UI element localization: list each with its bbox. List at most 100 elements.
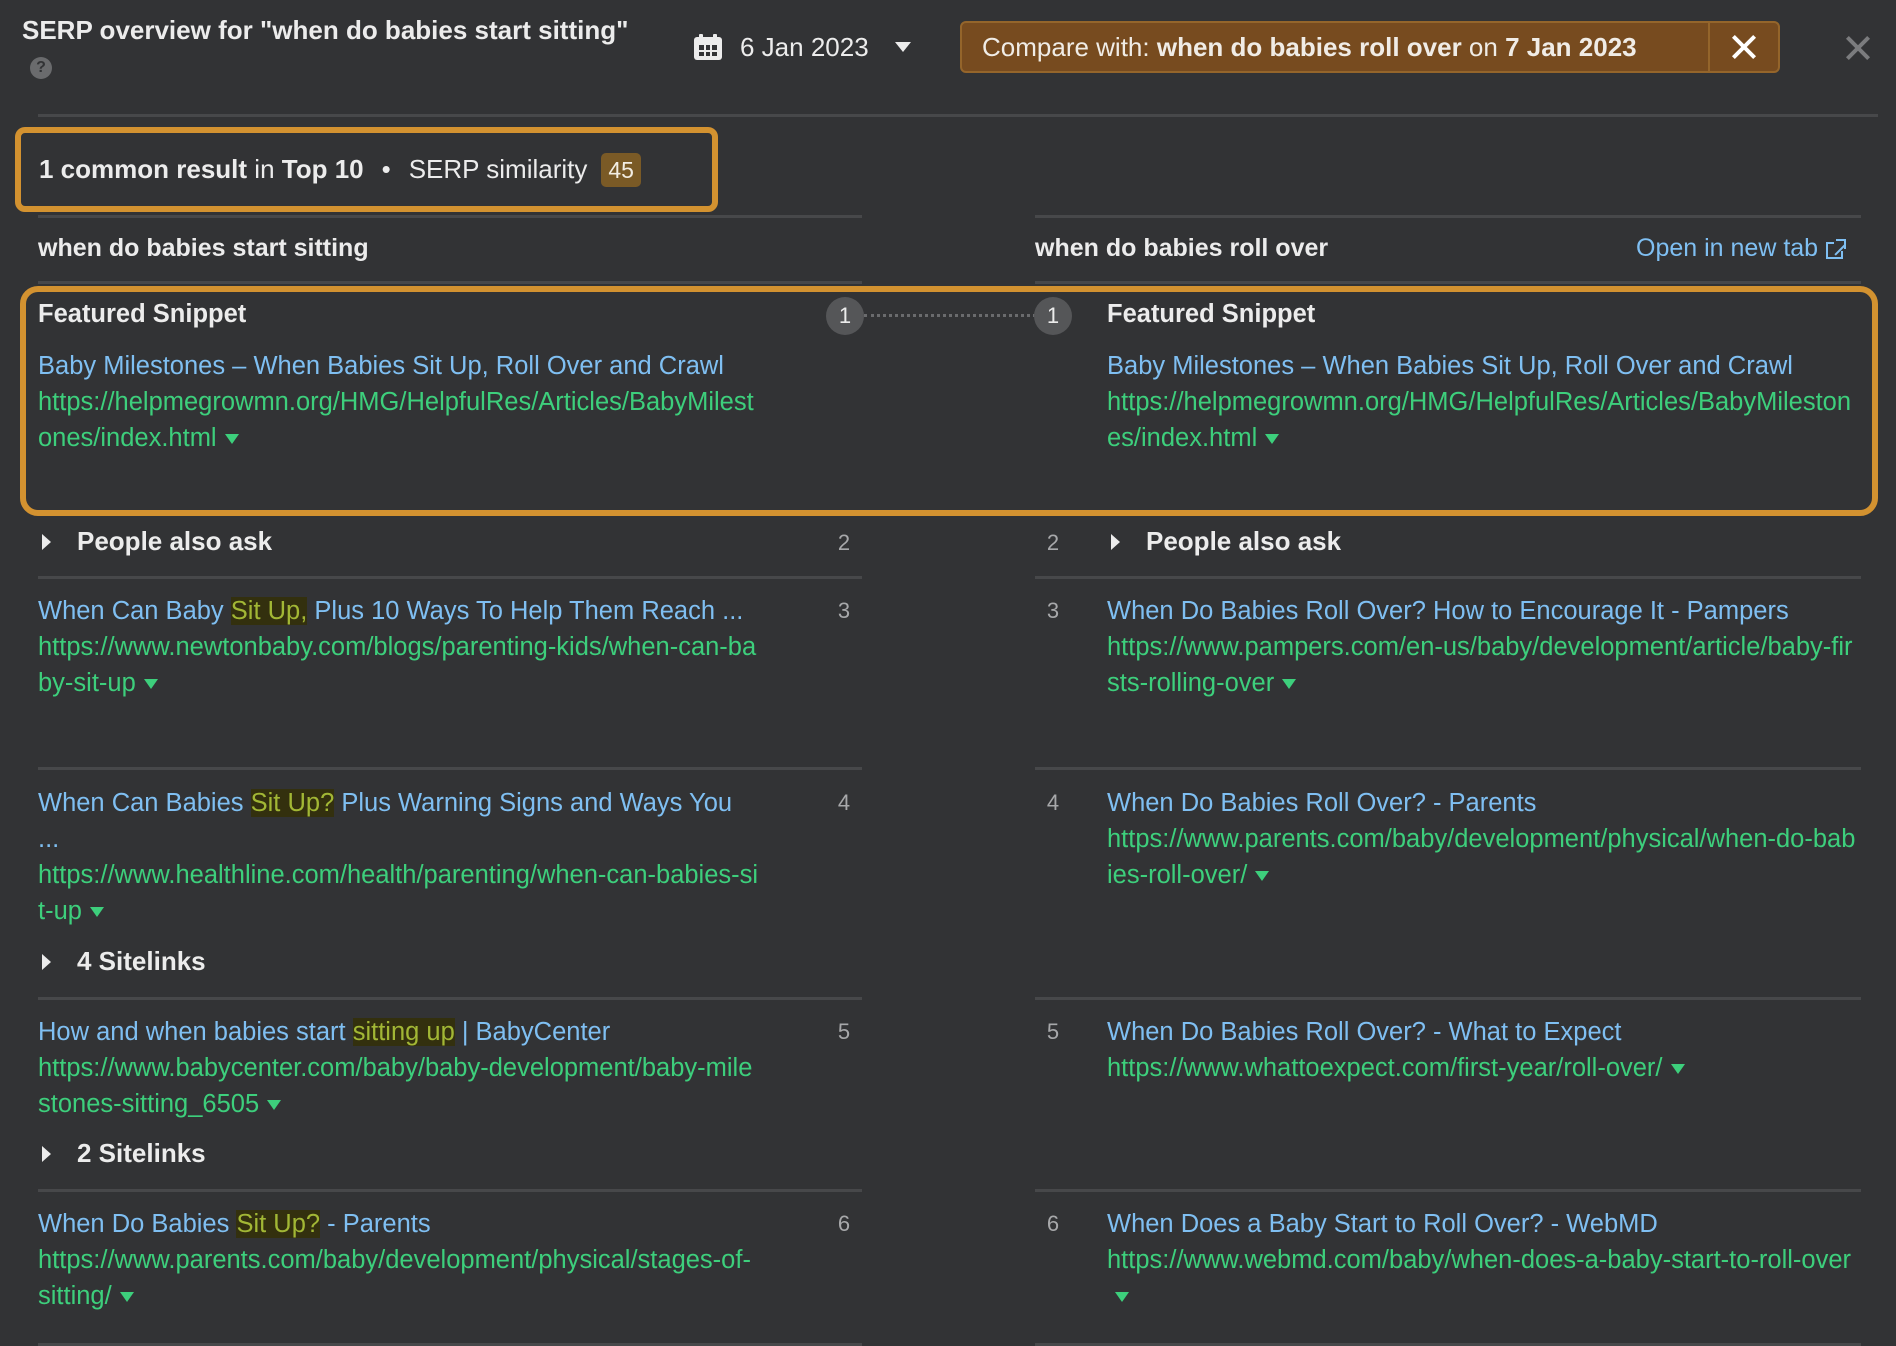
result-item: When Does a Baby Start to Roll Over? - W… (1107, 1206, 1867, 1314)
divider (1035, 767, 1861, 770)
date-picker[interactable]: 6 Jan 2023 (694, 28, 911, 66)
people-also-ask-label: People also ask (77, 526, 273, 556)
result-title-link[interactable]: When Do Babies Sit Up? - Parents (38, 1210, 431, 1238)
rank-number: 5 (1046, 1019, 1060, 1044)
right-keyword-header: when do babies roll over (1035, 234, 1329, 262)
result-url-link[interactable]: https://www.parents.com/baby/development… (1107, 825, 1855, 889)
rank-number: 3 (837, 598, 851, 623)
left-keyword-header: when do babies start sitting (38, 234, 369, 262)
result-url-link[interactable]: https://helpmegrowmn.org/HMG/HelpfulRes/… (38, 388, 754, 452)
open-in-new-tab-link[interactable]: Open in new tab (1636, 234, 1847, 263)
divider (1035, 997, 1861, 1000)
result-url-link[interactable]: https://helpmegrowmn.org/HMG/HelpfulRes/… (1107, 388, 1851, 452)
separator-dot: • (381, 154, 391, 184)
result-title-link[interactable]: Baby Milestones – When Babies Sit Up, Ro… (38, 352, 724, 380)
result-url-link[interactable]: https://www.webmd.com/baby/when-does-a-b… (1107, 1246, 1851, 1274)
result-url-link[interactable]: https://www.whattoexpect.com/first-year/… (1107, 1054, 1663, 1082)
featured-snippet-right: Featured Snippet Baby Milestones – When … (1107, 296, 1867, 456)
result-item: When Can Babies Sit Up? Plus Warning Sig… (38, 785, 798, 929)
divider (38, 997, 862, 1000)
similarity-badge: 45 (601, 152, 641, 187)
close-icon (1846, 36, 1870, 60)
result-item: When Do Babies Roll Over? How to Encoura… (1107, 593, 1867, 701)
result-title-link[interactable]: Baby Milestones – When Babies Sit Up, Ro… (1107, 352, 1793, 380)
remove-compare-button[interactable] (1708, 23, 1778, 71)
calendar-icon (694, 34, 722, 60)
rank-number: 4 (837, 790, 851, 815)
chevron-down-icon (894, 42, 911, 52)
caret-down-icon[interactable] (143, 679, 158, 690)
result-title-link[interactable]: When Does a Baby Start to Roll Over? - W… (1107, 1210, 1658, 1238)
rank-badge: 1 (1034, 297, 1072, 335)
result-url-link[interactable]: https://www.babycenter.com/baby/baby-dev… (38, 1054, 752, 1118)
featured-snippet-label: Featured Snippet (1107, 300, 1316, 328)
caret-right-icon (42, 533, 51, 550)
compare-with-banner: Compare with: when do babies roll over o… (960, 21, 1780, 73)
external-link-icon (1826, 238, 1847, 259)
result-url-link[interactable]: https://www.parents.com/baby/development… (38, 1246, 751, 1310)
result-item: When Can Baby Sit Up, Plus 10 Ways To He… (38, 593, 798, 701)
caret-down-icon[interactable] (1670, 1064, 1685, 1075)
result-title-link[interactable]: When Can Baby Sit Up, Plus 10 Ways To He… (38, 597, 743, 625)
rank-number: 5 (837, 1019, 851, 1044)
featured-snippet-label: Featured Snippet (38, 300, 247, 328)
people-also-ask-left[interactable]: People also ask (38, 526, 272, 557)
keyword-highlight: Sit Up? (250, 789, 335, 817)
rank-number: 6 (1046, 1211, 1060, 1236)
selected-date: 6 Jan 2023 (740, 31, 869, 62)
keyword-highlight: Sit Up, (230, 597, 308, 625)
sitelinks-toggle[interactable]: 4 Sitelinks (38, 946, 206, 977)
rank-number: 6 (837, 1211, 851, 1236)
summary-scope: Top 10 (281, 154, 364, 184)
result-url-link[interactable]: https://www.pampers.com/en-us/baby/devel… (1107, 633, 1853, 697)
divider (38, 576, 862, 579)
divider (1035, 215, 1861, 218)
close-panel-button[interactable] (1843, 33, 1873, 63)
compare-on: on (1461, 31, 1506, 62)
result-item: How and when babies start sitting up | B… (38, 1014, 798, 1122)
help-icon[interactable]: ? (30, 57, 52, 80)
caret-down-icon[interactable] (1282, 679, 1297, 690)
result-title-link[interactable]: How and when babies start sitting up | B… (38, 1018, 610, 1046)
common-result-connector (864, 314, 1036, 317)
divider (38, 215, 862, 218)
caret-down-icon[interactable] (89, 907, 104, 918)
divider (38, 281, 862, 284)
divider (1035, 1189, 1861, 1192)
caret-down-icon[interactable] (224, 434, 239, 445)
caret-right-icon (42, 1145, 51, 1162)
result-item: When Do Babies Roll Over? - Parents http… (1107, 785, 1867, 893)
caret-right-icon (42, 953, 51, 970)
open-in-new-tab-label: Open in new tab (1636, 234, 1819, 262)
rank-number: 4 (1046, 790, 1060, 815)
sitelinks-label: 4 Sitelinks (77, 946, 206, 976)
caret-right-icon (1111, 533, 1120, 550)
serp-summary: 1 common result in Top 10 • SERP similar… (15, 127, 718, 212)
result-url-link[interactable]: https://www.healthline.com/health/parent… (38, 861, 758, 925)
result-title-link[interactable]: When Do Babies Roll Over? - Parents (1107, 789, 1536, 817)
divider (38, 114, 1878, 117)
compare-keyword: when do babies roll over (1156, 31, 1462, 62)
caret-down-icon[interactable] (1265, 434, 1280, 445)
keyword-highlight: Sit Up? (236, 1210, 321, 1238)
result-title-link[interactable]: When Can Babies Sit Up? Plus Warning Sig… (38, 789, 732, 853)
page-title: SERP overview for "when do babies start … (22, 12, 642, 84)
caret-down-icon[interactable] (1255, 871, 1270, 882)
people-also-ask-label: People also ask (1146, 526, 1342, 556)
divider (1035, 281, 1861, 284)
compare-prefix: Compare with: (982, 31, 1157, 62)
result-item: When Do Babies Roll Over? - What to Expe… (1107, 1014, 1867, 1086)
compare-date: 7 Jan 2023 (1505, 31, 1637, 62)
similarity-label: SERP similarity (408, 154, 588, 184)
rank-number: 3 (1046, 598, 1060, 623)
caret-down-icon[interactable] (267, 1100, 282, 1111)
result-title-link[interactable]: When Do Babies Roll Over? - What to Expe… (1107, 1018, 1621, 1046)
compare-with-text: Compare with: when do babies roll over o… (962, 32, 1708, 63)
caret-down-icon[interactable] (119, 1292, 134, 1303)
summary-in: in (247, 154, 282, 184)
caret-down-icon[interactable] (1115, 1292, 1129, 1303)
people-also-ask-right[interactable]: People also ask (1107, 526, 1341, 557)
keyword-highlight: sitting up (352, 1018, 455, 1046)
sitelinks-toggle[interactable]: 2 Sitelinks (38, 1138, 206, 1169)
result-title-link[interactable]: When Do Babies Roll Over? How to Encoura… (1107, 597, 1789, 625)
